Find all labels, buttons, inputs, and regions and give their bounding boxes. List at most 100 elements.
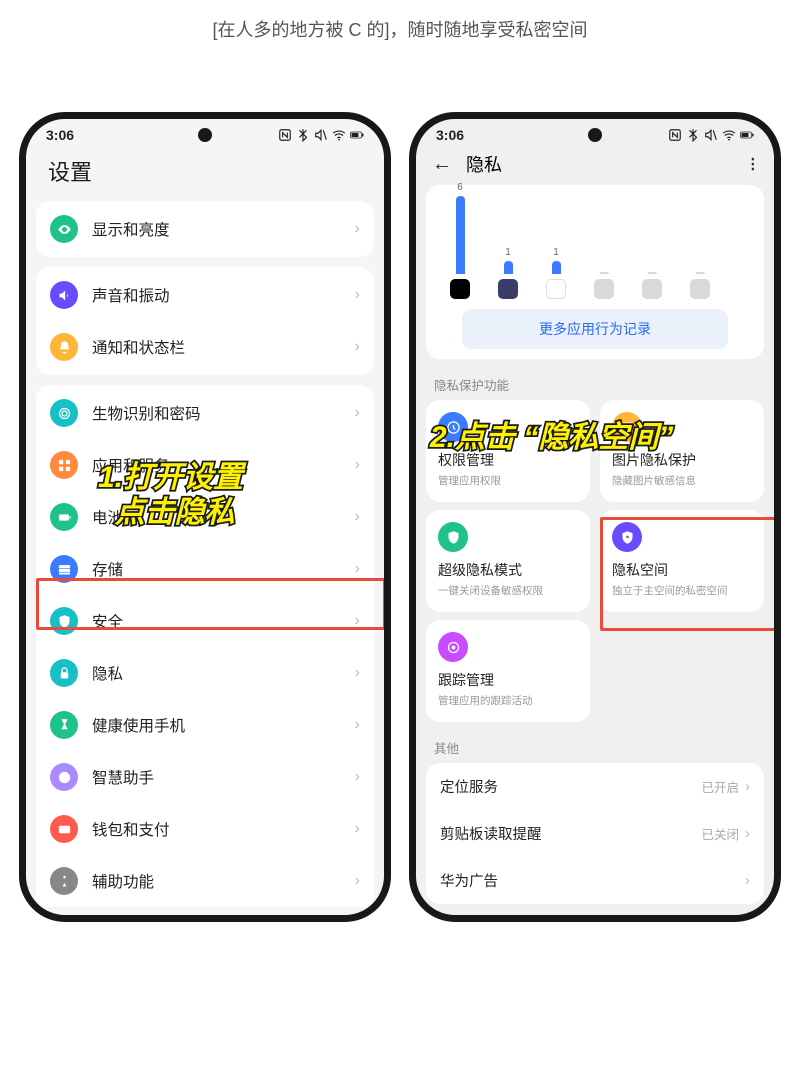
status-icons xyxy=(668,128,754,142)
chevron-right-icon: › xyxy=(355,338,360,356)
settings-row-bell[interactable]: 通知和状态栏› xyxy=(36,321,374,373)
settings-row-store[interactable]: 存储› xyxy=(36,543,374,595)
status-time: 3:06 xyxy=(436,127,464,143)
app-icon xyxy=(642,279,662,299)
apps-icon xyxy=(50,451,78,479)
other-row[interactable]: 剪贴板读取提醒已关闭› xyxy=(426,810,764,857)
nfc-icon xyxy=(668,128,682,142)
settings-row-sound[interactable]: 声音和振动› xyxy=(36,269,374,321)
chevron-right-icon: › xyxy=(355,560,360,578)
tile-title: 隐私空间 xyxy=(612,560,752,580)
chart-bar: 6 xyxy=(446,182,474,299)
phone-privacy: 3:06 ← 隐私 ⁝ 611 更多应用行为记录 隐私保护功能 权限管理管理应用… xyxy=(409,112,781,922)
row-label: 钱包和支付 xyxy=(92,818,355,840)
stage: 3:06 设置 显示和亮度›声音和振动›通知和状态栏›生物识别和密码›应用和服务… xyxy=(0,52,800,922)
settings-row-wallet[interactable]: 钱包和支付› xyxy=(36,803,374,855)
wifi-icon xyxy=(332,128,346,142)
hour-icon xyxy=(50,711,78,739)
page-title: 隐私 xyxy=(466,151,750,177)
batt-icon xyxy=(50,503,78,531)
mute-icon xyxy=(314,128,328,142)
app-behavior-chart[interactable]: 6 1 1 更多应用行为记录 xyxy=(426,185,764,359)
app-icon xyxy=(594,279,614,299)
chart-bar: 1 xyxy=(494,247,522,299)
settings-group: 声音和振动›通知和状态栏› xyxy=(36,267,374,375)
app-icon xyxy=(450,279,470,299)
wifi-icon xyxy=(722,128,736,142)
row-label: 存储 xyxy=(92,558,355,580)
tile-shield[interactable]: 超级隐私模式一键关闭设备敏感权限 xyxy=(426,510,590,612)
bar-value: 1 xyxy=(553,247,559,258)
settings-row-ai[interactable]: 智慧助手› xyxy=(36,751,374,803)
shield-icon xyxy=(50,607,78,635)
section-other: 其他 xyxy=(426,730,764,763)
bar xyxy=(600,272,609,274)
row-label: 华为广告 xyxy=(440,870,745,891)
settings-row-hour[interactable]: 健康使用手机› xyxy=(36,699,374,751)
settings-row-finger[interactable]: 生物识别和密码› xyxy=(36,387,374,439)
row-value: 已关闭 xyxy=(701,824,739,843)
tile-subtitle: 独立于主空间的私密空间 xyxy=(612,583,752,598)
row-label: 辅助功能 xyxy=(92,870,355,892)
chevron-right-icon: › xyxy=(355,456,360,474)
space-icon xyxy=(612,522,642,552)
settings-row-access[interactable]: 辅助功能› xyxy=(36,855,374,907)
bar xyxy=(504,261,513,274)
row-label: 定位服务 xyxy=(440,776,701,797)
privacy-body[interactable]: 611 更多应用行为记录 隐私保护功能 权限管理管理应用权限图片隐私保护隐藏图片… xyxy=(416,185,774,904)
more-button[interactable]: ⁝ xyxy=(750,152,758,177)
row-label: 生物识别和密码 xyxy=(92,402,355,424)
chevron-right-icon: › xyxy=(355,820,360,838)
more-records-button[interactable]: 更多应用行为记录 xyxy=(462,309,728,349)
tile-title: 跟踪管理 xyxy=(438,670,578,690)
back-button[interactable]: ← xyxy=(432,153,452,176)
store-icon xyxy=(50,555,78,583)
page-header: [在人多的地方被 C 的]，随时随地享受私密空间 xyxy=(0,0,800,52)
tile-track[interactable]: 跟踪管理管理应用的跟踪活动 xyxy=(426,620,590,722)
status-time: 3:06 xyxy=(46,127,74,143)
chevron-right-icon: › xyxy=(355,220,360,238)
chart-bar: 1 xyxy=(542,247,570,299)
other-row[interactable]: 定位服务已开启› xyxy=(426,763,764,810)
tile-title: 超级隐私模式 xyxy=(438,560,578,580)
other-row[interactable]: 华为广告› xyxy=(426,857,764,904)
wallet-icon xyxy=(50,815,78,843)
chevron-right-icon: › xyxy=(745,825,750,842)
track-icon xyxy=(438,632,468,662)
bluetooth-icon xyxy=(296,128,310,142)
bar xyxy=(696,272,705,274)
chart-bar xyxy=(638,272,666,299)
settings-row-eye[interactable]: 显示和亮度› xyxy=(36,203,374,255)
ai-icon xyxy=(50,763,78,791)
settings-list[interactable]: 显示和亮度›声音和振动›通知和状态栏›生物识别和密码›应用和服务›电池›存储›安… xyxy=(26,201,384,907)
shield-icon xyxy=(438,522,468,552)
chevron-right-icon: › xyxy=(355,872,360,890)
row-label: 健康使用手机 xyxy=(92,714,355,736)
row-label: 通知和状态栏 xyxy=(92,336,355,358)
chevron-right-icon: › xyxy=(355,612,360,630)
chevron-right-icon: › xyxy=(355,508,360,526)
bar-value: 1 xyxy=(505,247,511,258)
battery-icon xyxy=(740,128,754,142)
row-label: 显示和亮度 xyxy=(92,218,355,240)
callout-2: 2.点击 “隐私空间” xyxy=(430,421,673,456)
tile-subtitle: 一键关闭设备敏感权限 xyxy=(438,583,578,598)
nfc-icon xyxy=(278,128,292,142)
finger-icon xyxy=(50,399,78,427)
phone-settings: 3:06 设置 显示和亮度›声音和振动›通知和状态栏›生物识别和密码›应用和服务… xyxy=(19,112,391,922)
settings-row-shield[interactable]: 安全› xyxy=(36,595,374,647)
mute-icon xyxy=(704,128,718,142)
tile-subtitle: 管理应用权限 xyxy=(438,473,578,488)
access-icon xyxy=(50,867,78,895)
app-icon xyxy=(498,279,518,299)
row-label: 声音和振动 xyxy=(92,284,355,306)
other-list: 定位服务已开启›剪贴板读取提醒已关闭›华为广告› xyxy=(426,763,764,904)
bluetooth-icon xyxy=(686,128,700,142)
tile-space[interactable]: 隐私空间独立于主空间的私密空间 xyxy=(600,510,764,612)
settings-group: 显示和亮度› xyxy=(36,201,374,257)
row-label: 智慧助手 xyxy=(92,766,355,788)
app-icon xyxy=(546,279,566,299)
settings-row-lock[interactable]: 隐私› xyxy=(36,647,374,699)
bar xyxy=(648,272,657,274)
topbar: ← 隐私 ⁝ xyxy=(416,145,774,185)
